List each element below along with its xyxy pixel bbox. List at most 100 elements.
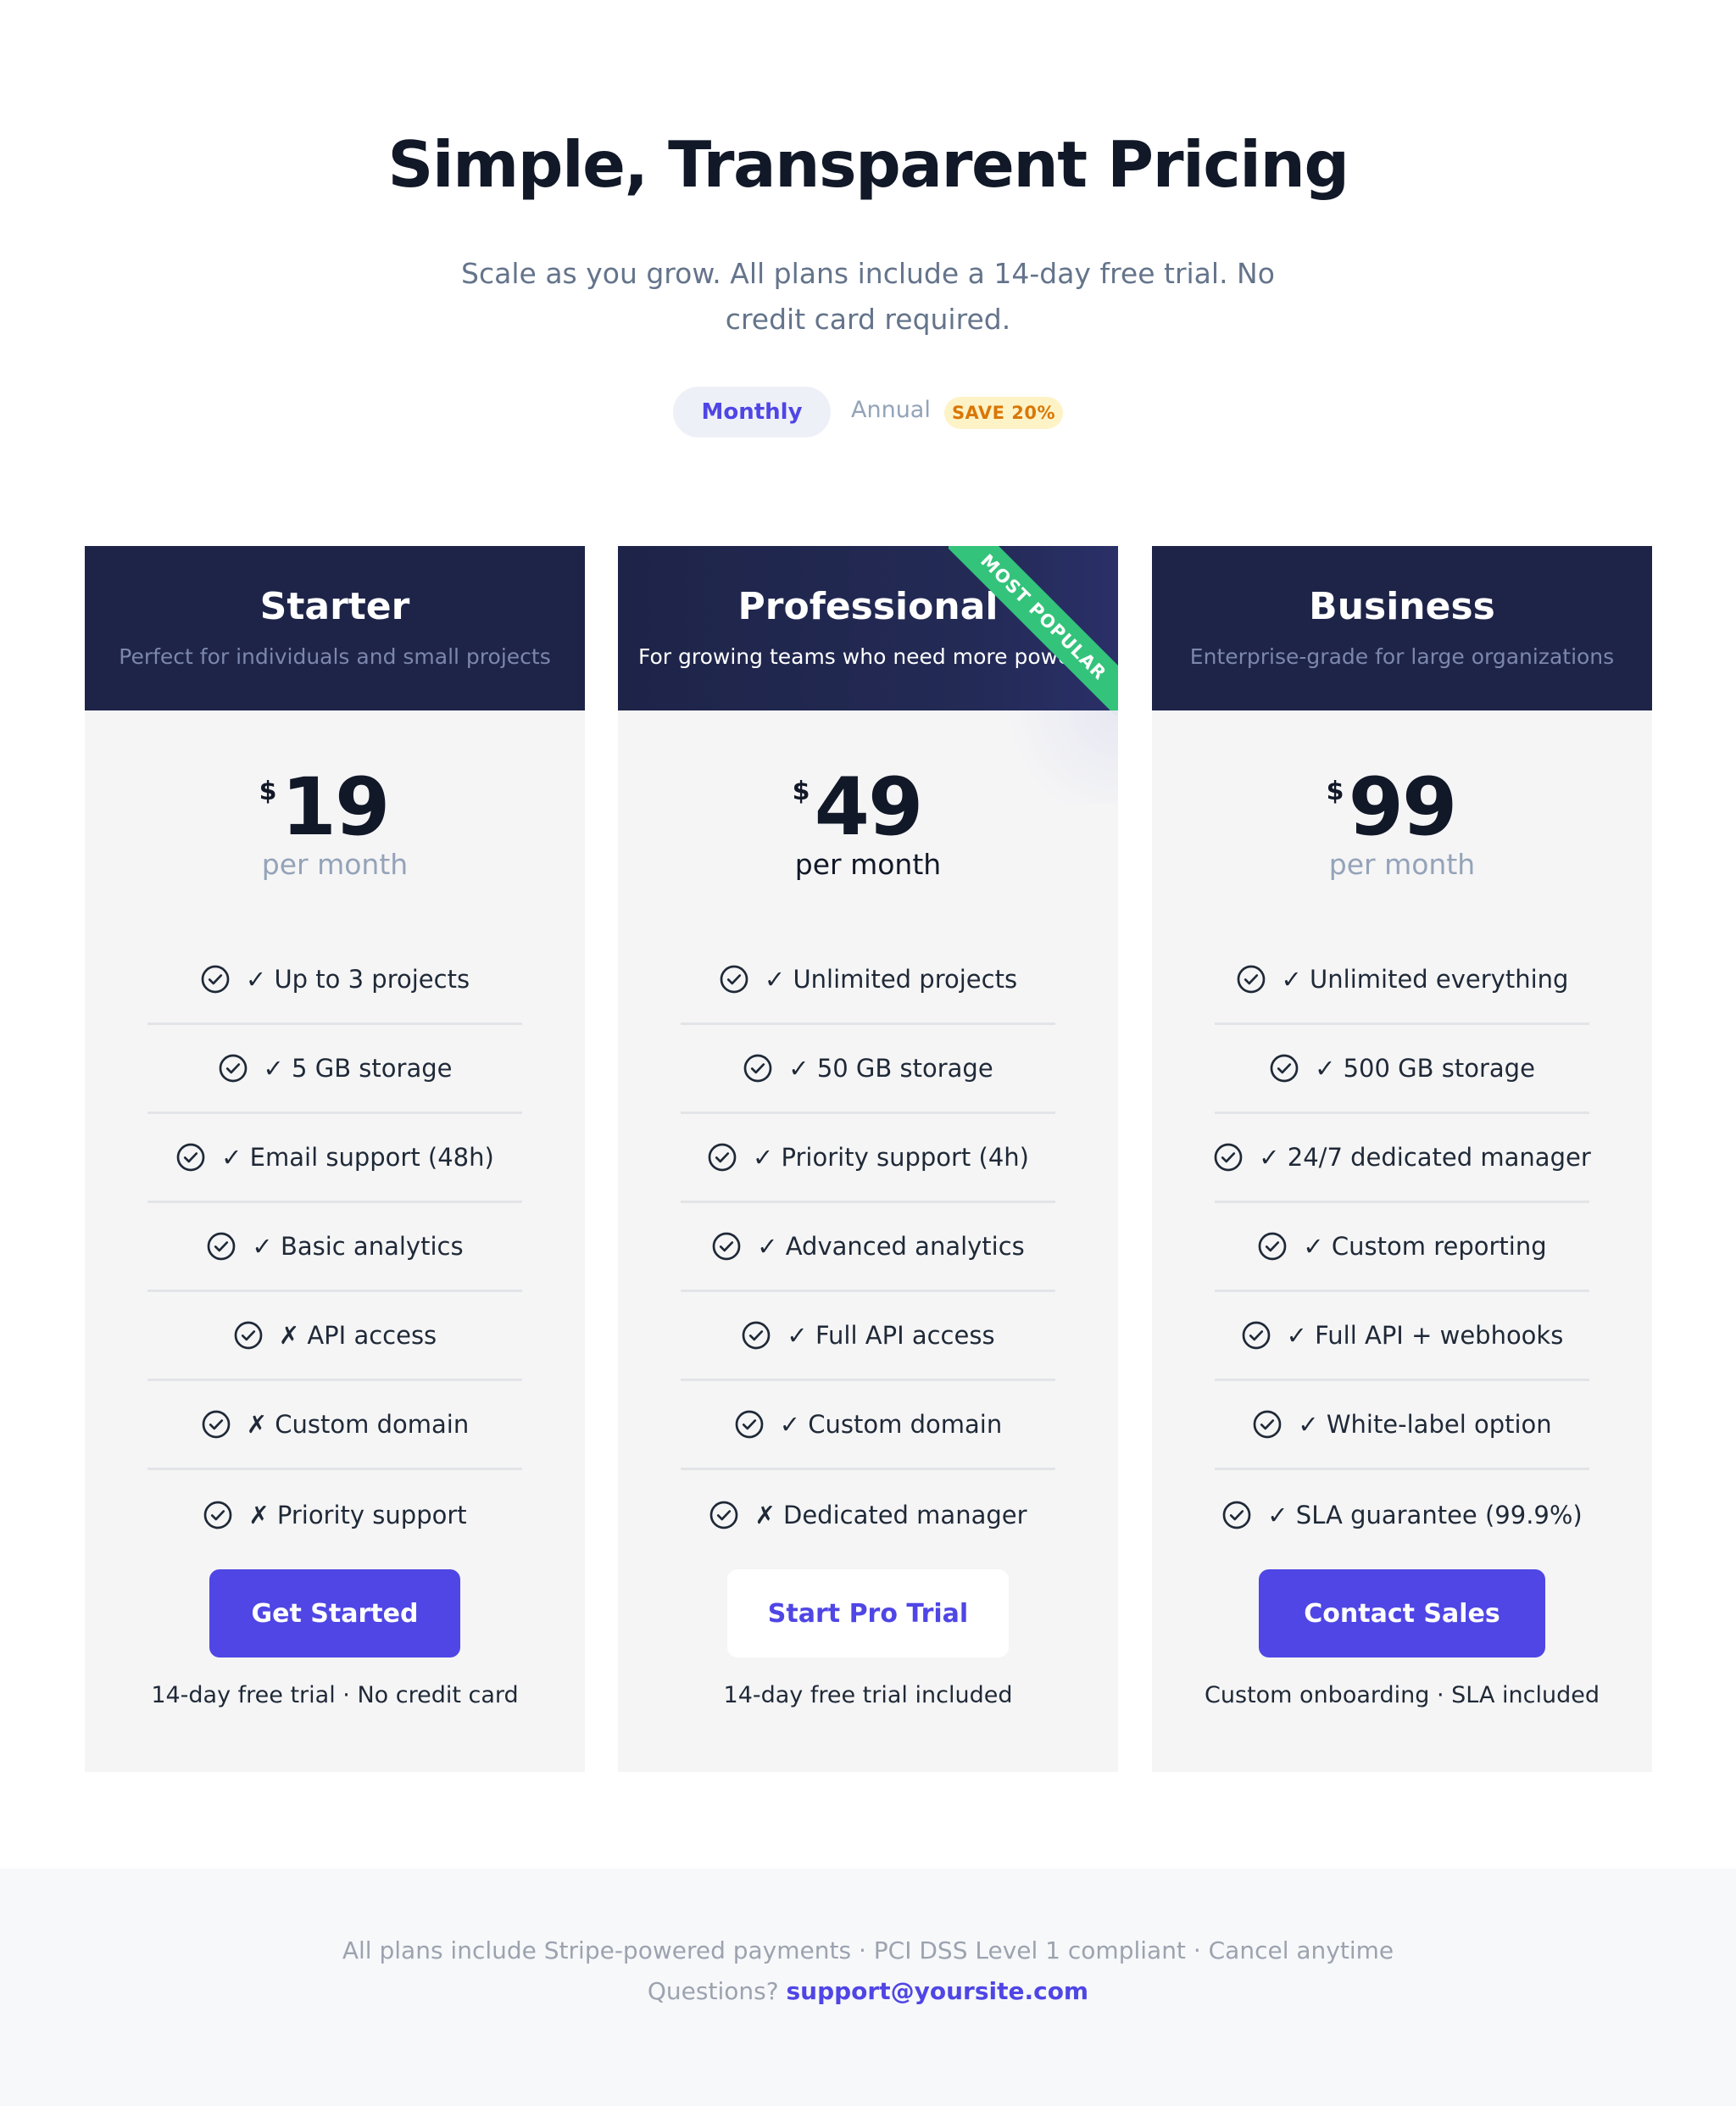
plan-description: Enterprise-grade for large organizations bbox=[1189, 644, 1615, 669]
feature-text: ✗ Dedicated manager bbox=[754, 1500, 1027, 1529]
check-circle-icon bbox=[1214, 1143, 1243, 1172]
feature-list: ✓ Unlimited everything ✓ 500 GB storage … bbox=[1214, 936, 1591, 1559]
start-pro-trial-button[interactable]: Start Pro Trial bbox=[727, 1569, 1009, 1658]
check-circle-icon bbox=[1242, 1321, 1271, 1350]
check-circle-icon bbox=[176, 1143, 205, 1172]
feature-text: ✓ Advanced analytics bbox=[757, 1232, 1025, 1261]
check-circle-icon bbox=[743, 1321, 771, 1350]
feature-item: ✗ Custom domain bbox=[147, 1381, 522, 1470]
plan-header: Starter Perfect for individuals and smal… bbox=[85, 546, 585, 710]
feature-item: ✓ 5 GB storage bbox=[147, 1025, 522, 1114]
cta-note: 14-day free trial · No credit card bbox=[151, 1682, 519, 1708]
feature-text: ✓ 50 GB storage bbox=[788, 1054, 993, 1083]
check-circle-icon bbox=[720, 965, 748, 994]
feature-text: ✓ Full API access bbox=[787, 1321, 995, 1350]
price-currency: $ bbox=[792, 777, 810, 806]
feature-item: ✗ Dedicated manager bbox=[681, 1470, 1055, 1559]
price-period: per month bbox=[1328, 848, 1476, 881]
feature-text: ✓ SLA guarantee (99.9%) bbox=[1267, 1500, 1583, 1529]
ribbon-label: MOST POPULAR bbox=[949, 546, 1118, 716]
pricing-footer: All plans include Stripe-powered payment… bbox=[0, 1869, 1736, 2106]
plan-name: Starter bbox=[259, 585, 410, 628]
plan-price: $ 19 bbox=[85, 768, 585, 848]
feature-item: ✓ Custom reporting bbox=[1215, 1203, 1589, 1292]
feature-item: ✓ Up to 3 projects bbox=[147, 936, 522, 1025]
feature-text: ✓ Full API + webhooks bbox=[1286, 1321, 1564, 1350]
feature-item: ✓ White-label option bbox=[1215, 1381, 1589, 1470]
feature-text: ✓ White-label option bbox=[1298, 1410, 1552, 1439]
toggle-monthly-button[interactable]: Monthly bbox=[673, 387, 831, 437]
feature-item: ✓ Unlimited everything bbox=[1215, 936, 1589, 1025]
page-subtitle: Scale as you grow. All plans include a 1… bbox=[461, 257, 1275, 336]
feature-item: ✓ SLA guarantee (99.9%) bbox=[1215, 1470, 1589, 1559]
page-title: Simple, Transparent Pricing bbox=[387, 127, 1349, 202]
billing-toggle: Monthly Annual SAVE 20% bbox=[0, 387, 1736, 437]
feature-item: ✓ Full API + webhooks bbox=[1215, 1292, 1589, 1381]
feature-item: ✗ Priority support bbox=[147, 1470, 522, 1559]
plan-description: Perfect for individuals and small projec… bbox=[119, 644, 551, 669]
feature-item: ✓ Unlimited projects bbox=[681, 936, 1055, 1025]
check-circle-icon bbox=[234, 1321, 263, 1350]
check-circle-icon bbox=[743, 1054, 772, 1083]
feature-list: ✓ Unlimited projects ✓ 50 GB storage ✓ P… bbox=[681, 936, 1055, 1559]
feature-item: ✓ 50 GB storage bbox=[681, 1025, 1055, 1114]
check-circle-icon bbox=[208, 1232, 236, 1261]
feature-text: ✗ Priority support bbox=[248, 1500, 467, 1529]
feature-item: ✓ Basic analytics bbox=[147, 1203, 522, 1292]
feature-item: ✓ 24/7 dedicated manager bbox=[1214, 1114, 1591, 1203]
check-circle-icon bbox=[202, 1410, 231, 1439]
check-circle-icon bbox=[712, 1232, 741, 1261]
footer-contact: Questions? support@yoursite.com bbox=[0, 1977, 1736, 2005]
most-popular-ribbon: MOST POPULAR bbox=[949, 546, 1118, 716]
plan-card-professional: Professional For growing teams who need … bbox=[618, 546, 1118, 1772]
feature-item: ✓ Priority support (4h) bbox=[681, 1114, 1055, 1203]
check-circle-icon bbox=[1237, 965, 1265, 994]
feature-text: ✓ Custom domain bbox=[779, 1410, 1003, 1439]
cta-note: 14-day free trial included bbox=[723, 1682, 1013, 1708]
price-amount: 99 bbox=[1348, 761, 1458, 854]
plan-card-starter: Starter Perfect for individuals and smal… bbox=[85, 546, 585, 1772]
feature-text: ✓ 24/7 dedicated manager bbox=[1259, 1143, 1591, 1172]
cta-note: Custom onboarding · SLA included bbox=[1205, 1682, 1600, 1708]
feature-item: ✗ API access bbox=[147, 1292, 522, 1381]
feature-item: ✓ Full API access bbox=[681, 1292, 1055, 1381]
check-circle-icon bbox=[735, 1410, 764, 1439]
feature-text: ✓ Basic analytics bbox=[252, 1232, 464, 1261]
plan-header: Professional For growing teams who need … bbox=[618, 546, 1118, 716]
price-currency: $ bbox=[1326, 777, 1344, 806]
check-circle-icon bbox=[1222, 1501, 1251, 1529]
toggle-annual-button[interactable]: Annual bbox=[851, 397, 931, 423]
plan-card-business: Business Enterprise-grade for large orga… bbox=[1152, 546, 1652, 1772]
plan-header: Business Enterprise-grade for large orga… bbox=[1152, 546, 1652, 710]
check-circle-icon bbox=[203, 1501, 232, 1529]
price-amount: 49 bbox=[814, 761, 924, 854]
feature-text: ✓ Unlimited everything bbox=[1281, 965, 1569, 994]
price-period: per month bbox=[261, 848, 409, 881]
check-circle-icon bbox=[1253, 1410, 1282, 1439]
feature-list: ✓ Up to 3 projects ✓ 5 GB storage ✓ Emai… bbox=[147, 936, 522, 1559]
feature-text: ✗ Custom domain bbox=[246, 1410, 470, 1439]
check-circle-icon bbox=[201, 965, 230, 994]
feature-text: ✓ Priority support (4h) bbox=[753, 1143, 1029, 1172]
save-badge: SAVE 20% bbox=[944, 397, 1063, 429]
feature-text: ✓ 5 GB storage bbox=[263, 1054, 453, 1083]
plan-price: $ 49 bbox=[618, 768, 1118, 848]
price-period: per month bbox=[794, 848, 942, 881]
check-circle-icon bbox=[219, 1054, 247, 1083]
feature-item: ✓ 500 GB storage bbox=[1215, 1025, 1589, 1114]
feature-text: ✓ Unlimited projects bbox=[764, 965, 1018, 994]
check-circle-icon bbox=[710, 1501, 738, 1529]
price-amount: 19 bbox=[281, 761, 391, 854]
feature-text: ✓ 500 GB storage bbox=[1315, 1054, 1535, 1083]
support-email-link[interactable]: support@yoursite.com bbox=[786, 1977, 1088, 2005]
check-circle-icon bbox=[1270, 1054, 1299, 1083]
feature-text: ✓ Up to 3 projects bbox=[245, 965, 470, 994]
plan-name: Business bbox=[1309, 585, 1495, 628]
feature-item: ✓ Email support (48h) bbox=[147, 1114, 522, 1203]
contact-sales-button[interactable]: Contact Sales bbox=[1259, 1569, 1545, 1658]
plan-price: $ 99 bbox=[1152, 768, 1652, 848]
feature-item: ✓ Advanced analytics bbox=[681, 1203, 1055, 1292]
price-currency: $ bbox=[259, 777, 277, 806]
feature-text: ✗ API access bbox=[278, 1321, 437, 1350]
get-started-button[interactable]: Get Started bbox=[209, 1569, 460, 1658]
